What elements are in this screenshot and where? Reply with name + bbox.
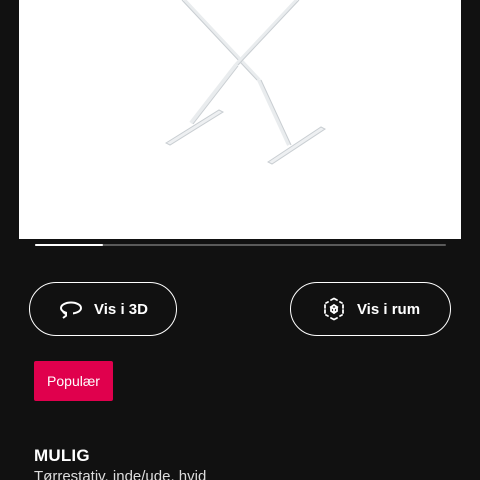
view-in-room-button[interactable]: Vis i rum — [290, 282, 451, 336]
rotate-3d-icon — [58, 296, 84, 322]
product-description: Tørrestativ, inde/ude, hvid — [34, 468, 207, 480]
carousel-progress-fill — [35, 244, 103, 246]
view-in-3d-label: Vis i 3D — [94, 300, 148, 318]
drying-rack-illustration — [164, 0, 326, 165]
product-name[interactable]: MULIG — [34, 446, 90, 466]
product-image[interactable] — [19, 0, 461, 239]
popular-badge: Populær — [34, 361, 113, 401]
ar-room-icon — [321, 296, 347, 322]
image-carousel-progress[interactable] — [35, 244, 446, 246]
view-in-3d-button[interactable]: Vis i 3D — [29, 282, 177, 336]
product-page: Vis i 3D Vis i rum Populær MULIG Tørrest… — [0, 0, 480, 480]
view-in-room-label: Vis i rum — [356, 300, 421, 318]
